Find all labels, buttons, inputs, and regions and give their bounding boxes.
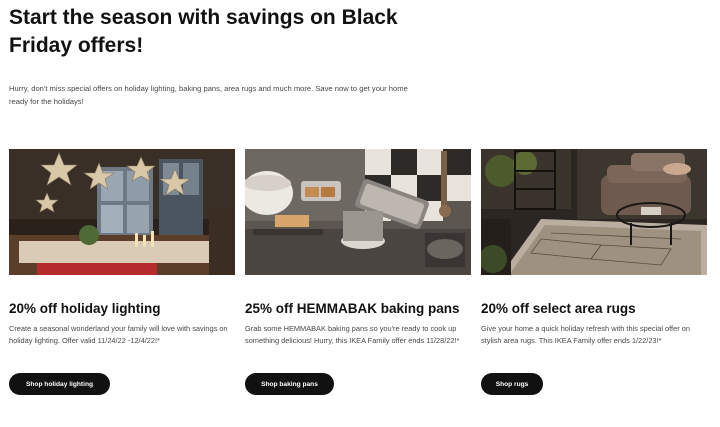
area-rugs-photo[interactable] bbox=[481, 149, 707, 275]
shop-baking-pans-button[interactable]: Shop baking pans bbox=[245, 373, 334, 395]
offer-description: Grab some HEMMABAK baking pans so you're… bbox=[245, 324, 460, 345]
shop-rugs-button[interactable]: Shop rugs bbox=[481, 373, 543, 395]
offer-description: Create a seasonal wonderland your family… bbox=[9, 324, 228, 345]
intro-text: Hurry, don't miss special offers on holi… bbox=[9, 84, 408, 106]
offer-card-area-rugs: 20% off select area rugs Give your home … bbox=[481, 149, 707, 395]
page-headline: Start the season with savings on Black F… bbox=[9, 6, 398, 57]
offer-title: 25% off HEMMABAK baking pans bbox=[245, 301, 460, 316]
offer-description: Give your home a quick holiday refresh w… bbox=[481, 324, 690, 345]
holiday-lighting-photo[interactable] bbox=[9, 149, 235, 275]
shop-holiday-lighting-button[interactable]: Shop holiday lighting bbox=[9, 373, 110, 395]
offer-title: 20% off holiday lighting bbox=[9, 301, 161, 316]
baking-pans-photo[interactable] bbox=[245, 149, 471, 275]
offer-card-baking-pans: 25% off HEMMABAK baking pans Grab some H… bbox=[245, 149, 471, 395]
offer-card-lighting: 20% off holiday lighting Create a season… bbox=[9, 149, 235, 395]
offer-title: 20% off select area rugs bbox=[481, 301, 636, 316]
